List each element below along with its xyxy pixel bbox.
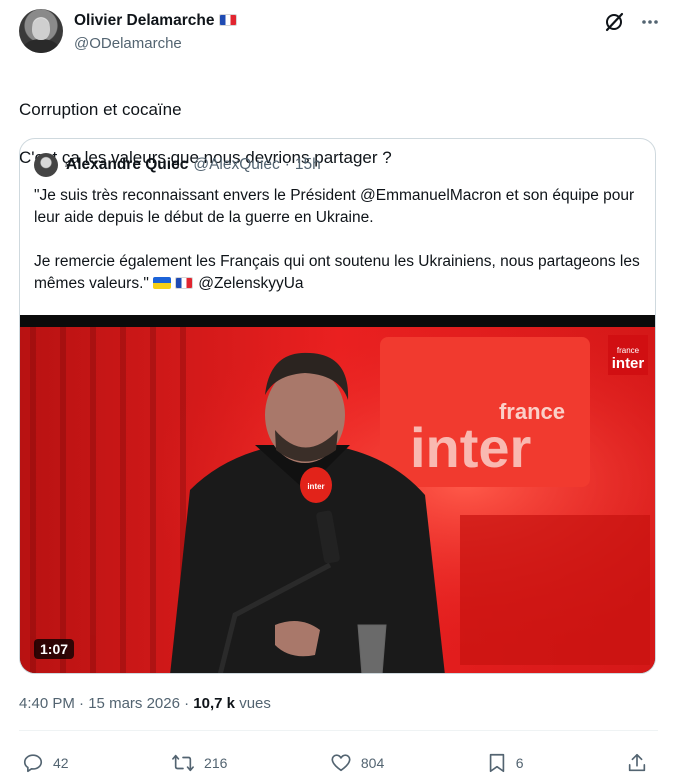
- repost-icon: [172, 754, 194, 772]
- post-time[interactable]: 4:40 PM: [19, 695, 75, 712]
- post-date[interactable]: 15 mars 2026: [88, 695, 180, 712]
- flag-fr-icon: [175, 277, 194, 289]
- share-button[interactable]: [626, 752, 657, 774]
- quoted-author-avatar: [34, 153, 58, 177]
- repost-count: 216: [204, 755, 228, 771]
- author-handle[interactable]: @ODelamarche: [74, 34, 237, 54]
- water-glass: [357, 624, 387, 673]
- logo-small-top: france: [617, 346, 640, 355]
- video-player[interactable]: france inter france inter inter 1:07: [20, 315, 655, 673]
- logo-small-bottom: inter: [612, 355, 645, 372]
- quoted-paragraph-1: "Je suis très reconnaissant envers le Pr…: [34, 187, 635, 226]
- tweet: Olivier Delamarche @ODelamarche Corrupti…: [0, 0, 677, 778]
- quoted-timestamp: 15h: [294, 156, 321, 173]
- divider: [19, 730, 658, 731]
- share-icon: [628, 753, 646, 772]
- tweet-header: Olivier Delamarche @ODelamarche: [19, 9, 661, 59]
- flag-ua-icon: [153, 277, 172, 289]
- bookmark-icon: [489, 753, 504, 773]
- quoted-tweet[interactable]: Alexandre Quiec @AlexQuiec · 15h "Je sui…: [19, 138, 656, 674]
- like-button[interactable]: 804: [330, 752, 384, 774]
- bookmark-count: 6: [515, 755, 524, 771]
- mention-link[interactable]: @ZelenskyyUa: [198, 275, 303, 292]
- flag-fr-icon: [219, 14, 238, 26]
- video-duration: 1:07: [34, 639, 75, 659]
- quoted-author-handle: @AlexQuiec: [193, 156, 280, 173]
- action-bar: 42 216 804 6: [22, 750, 657, 776]
- mic-label: inter: [307, 482, 324, 491]
- repost-button[interactable]: 216: [171, 752, 227, 774]
- separator-dot: ·: [184, 695, 190, 712]
- separator-dot: ·: [79, 695, 85, 712]
- bookmark-button[interactable]: 6: [487, 752, 524, 774]
- more-options-icon[interactable]: [639, 11, 661, 33]
- separator-dot: ·: [284, 156, 290, 173]
- reply-button[interactable]: 42: [22, 752, 69, 774]
- views-label: vues: [239, 695, 271, 712]
- author-display-name[interactable]: Olivier Delamarche: [74, 11, 214, 31]
- like-count: 804: [360, 755, 385, 771]
- quoted-tweet-header: Alexandre Quiec @AlexQuiec · 15h: [34, 153, 321, 177]
- heart-icon: [331, 754, 351, 772]
- author-avatar[interactable]: [19, 9, 63, 53]
- reply-count: 42: [53, 755, 69, 771]
- video-frame: france inter france inter inter: [20, 315, 655, 673]
- header-actions: [603, 11, 661, 33]
- tweet-meta: 4:40 PM · 15 mars 2026 · 10,7 k vues: [19, 695, 271, 712]
- reply-icon: [23, 754, 43, 773]
- quoted-paragraph-2: Je remercie également les Français qui o…: [34, 251, 644, 295]
- tweet-text-line-1: Corruption et cocaïne: [19, 100, 182, 119]
- views-count: 10,7 k: [193, 695, 236, 712]
- quoted-author-display-name: Alexandre Quiec: [66, 156, 189, 173]
- author-name-block: Olivier Delamarche @ODelamarche: [74, 11, 238, 54]
- quoted-tweet-text: "Je suis très reconnaissant envers le Pr…: [34, 185, 644, 295]
- grok-icon[interactable]: [603, 11, 625, 33]
- logo-wall-bottom: inter: [410, 416, 531, 479]
- quoted-paragraph-2-text: Je remercie également les Français qui o…: [34, 253, 640, 292]
